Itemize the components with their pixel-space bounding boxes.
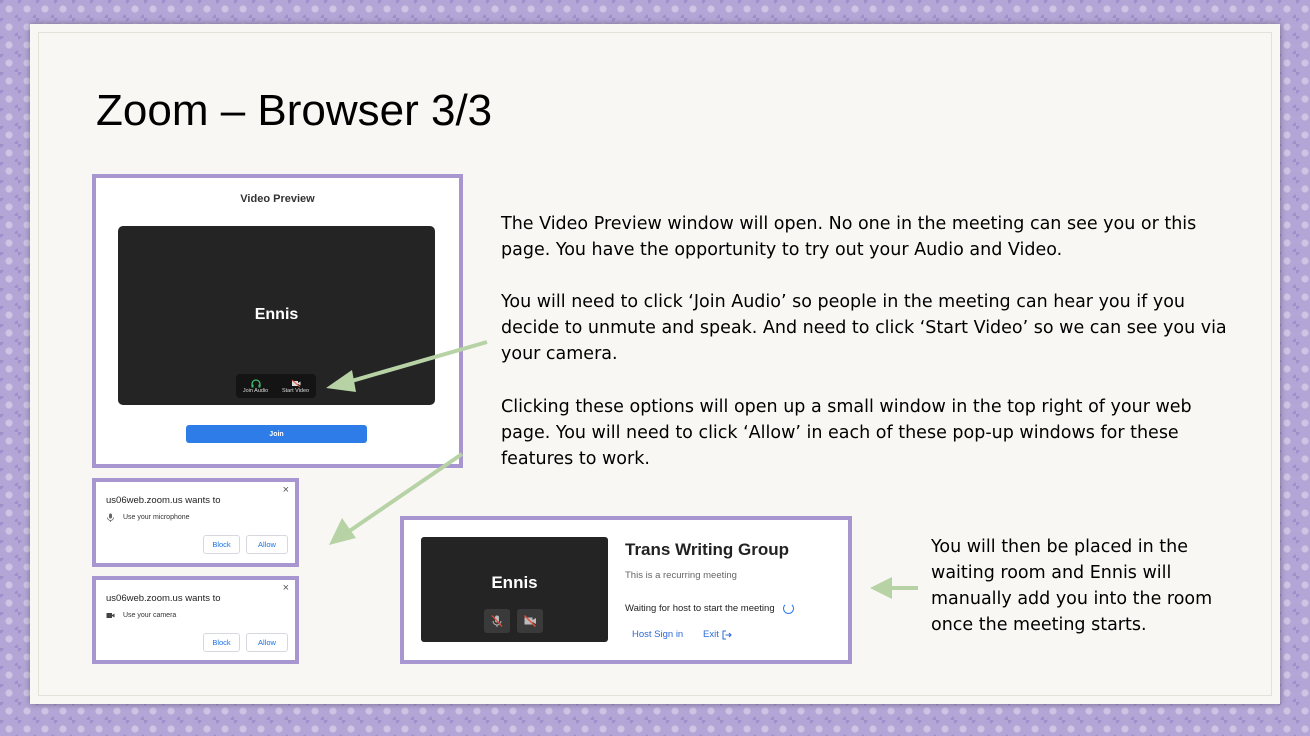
start-video-button[interactable]: Start Video bbox=[282, 379, 309, 394]
block-button[interactable]: Block bbox=[203, 633, 240, 652]
video-off-icon bbox=[291, 379, 301, 387]
paragraph-waiting-room: You will then be placed in the waiting r… bbox=[931, 537, 1213, 635]
exit-link[interactable]: Exit bbox=[703, 629, 732, 640]
permission-label: Use your camera bbox=[123, 612, 177, 619]
popup-site-text: us06web.zoom.us wants to bbox=[106, 593, 221, 604]
permission-row: Use your camera bbox=[106, 611, 176, 620]
host-sign-in-link[interactable]: Host Sign in bbox=[632, 629, 683, 640]
paragraph-video-preview: The Video Preview window will open. No o… bbox=[501, 214, 1197, 260]
allow-button[interactable]: Allow bbox=[246, 535, 288, 554]
loading-spinner-icon bbox=[782, 603, 794, 614]
join-audio-button[interactable]: Join Audio bbox=[242, 378, 269, 394]
camera-icon bbox=[106, 613, 115, 618]
video-preview-controls: Join Audio Start Video bbox=[236, 374, 316, 398]
paragraph-allow-popups: Clicking these options will open up a sm… bbox=[501, 397, 1192, 469]
video-preview-panel: Video Preview Ennis Join Audio Start Vid… bbox=[92, 174, 463, 468]
meeting-title: Trans Writing Group bbox=[625, 540, 790, 559]
close-icon[interactable]: × bbox=[283, 484, 289, 496]
join-audio-label: Join Audio bbox=[242, 387, 269, 394]
allow-button[interactable]: Allow bbox=[246, 633, 288, 652]
start-video-label: Start Video bbox=[281, 387, 310, 394]
video-preview-title: Video Preview bbox=[240, 193, 315, 205]
popup-site-text: us06web.zoom.us wants to bbox=[106, 495, 221, 506]
permission-label: Use your microphone bbox=[123, 514, 190, 521]
waiting-room-panel: Ennis Trans Writing Group This is a recu… bbox=[400, 516, 852, 664]
permission-row: Use your microphone bbox=[106, 513, 190, 522]
video-preview-name: Ennis bbox=[254, 306, 299, 323]
microphone-permission-popup: × us06web.zoom.us wants to Use your micr… bbox=[92, 478, 299, 567]
exit-label: Exit bbox=[703, 629, 719, 640]
microphone-muted-icon bbox=[491, 615, 503, 627]
headphones-icon bbox=[250, 378, 261, 387]
waiting-status-text: Waiting for host to start the meeting bbox=[625, 603, 775, 614]
block-button[interactable]: Block bbox=[203, 535, 240, 554]
video-toggle-button[interactable] bbox=[517, 609, 543, 633]
video-preview-screen: Ennis Join Audio Start Video bbox=[118, 226, 435, 405]
join-button[interactable]: Join bbox=[186, 425, 367, 443]
close-icon[interactable]: × bbox=[283, 582, 289, 594]
slide: Zoom – Browser 3/3 Video Preview Ennis J… bbox=[30, 24, 1280, 704]
waiting-room-video: Ennis bbox=[421, 537, 608, 642]
microphone-icon bbox=[107, 513, 114, 522]
paragraph-join-audio: You will need to click ‘Join Audio’ so p… bbox=[501, 292, 1227, 364]
slide-title: Zoom – Browser 3/3 bbox=[96, 86, 493, 135]
waiting-room-name: Ennis bbox=[491, 573, 538, 592]
camera-permission-popup: × us06web.zoom.us wants to Use your came… bbox=[92, 576, 299, 664]
meeting-subtitle: This is a recurring meeting bbox=[625, 570, 737, 581]
video-off-icon bbox=[524, 615, 536, 627]
waiting-status: Waiting for host to start the meeting bbox=[625, 603, 794, 614]
exit-icon bbox=[722, 630, 732, 639]
mute-button[interactable] bbox=[484, 609, 510, 633]
